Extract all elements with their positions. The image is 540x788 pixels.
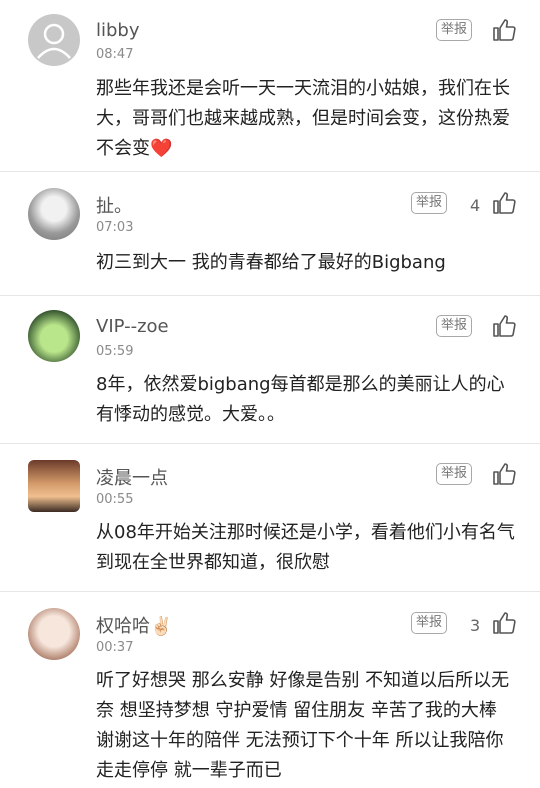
avatar[interactable] <box>28 14 80 66</box>
report-button[interactable]: 举报 <box>436 463 472 485</box>
comment-text: 听了好想哭 那么安静 好像是告别 不知道以后所以无奈 想坚持梦想 守护爱情 留住… <box>96 670 510 781</box>
username[interactable]: 权哈哈✌🏻 <box>96 612 172 638</box>
report-button[interactable]: 举报 <box>436 19 472 41</box>
comment-text: 8年，依然爱bigbang每首都是那么的美丽让人的心有悸动的感觉。大爱。。 <box>96 374 505 425</box>
username[interactable]: libby <box>96 20 140 41</box>
comment-item: VIP--zoe 05:59 举报 8年，依然爱bigbang每首都是那么的美丽… <box>0 296 540 444</box>
comment-text: 那些年我还是会听一天一天流泪的小姑娘，我们在长大，哥哥们也越来越成熟，但是时间会… <box>96 78 510 159</box>
comment-text: 从08年开始关注那时候还是小学，看着他们小有名气到现在全世界都知道，很欣慰 <box>96 522 515 573</box>
avatar[interactable] <box>28 460 80 512</box>
default-avatar-icon <box>37 23 71 59</box>
like-count: 3 <box>470 616 481 635</box>
comment-text: 初三到大一 我的青春都给了最好的Bigbang <box>96 252 446 273</box>
comment-item: 凌晨一点 00:55 举报 从08年开始关注那时候还是小学，看着他们小有名气到现… <box>0 444 540 592</box>
avatar[interactable] <box>28 310 80 362</box>
avatar[interactable] <box>28 188 80 240</box>
username[interactable]: VIP--zoe <box>96 316 169 337</box>
timestamp: 07:03 <box>96 220 134 235</box>
timestamp: 08:47 <box>96 47 134 62</box>
thumb-up-icon[interactable] <box>492 314 516 338</box>
report-button[interactable]: 举报 <box>436 315 472 337</box>
thumb-up-icon[interactable] <box>492 611 516 635</box>
thumb-up-icon[interactable] <box>492 462 516 486</box>
thumb-up-icon[interactable] <box>492 191 516 215</box>
timestamp: 05:59 <box>96 344 134 359</box>
username[interactable]: 扯。 <box>96 192 132 218</box>
comment-item: libby 08:47 举报 那些年我还是会听一天一天流泪的小姑娘，我们在长大，… <box>0 0 540 172</box>
report-button[interactable]: 举报 <box>411 192 447 214</box>
thumb-up-icon[interactable] <box>492 18 516 42</box>
username[interactable]: 凌晨一点 <box>96 464 168 490</box>
report-button[interactable]: 举报 <box>411 612 447 634</box>
comment-item: 扯。 07:03 举报 4 初三到大一 我的青春都给了最好的Bigbang <box>0 172 540 296</box>
timestamp: 00:37 <box>96 640 134 655</box>
avatar[interactable] <box>28 608 80 660</box>
comment-item: 权哈哈✌🏻 00:37 举报 3 听了好想哭 那么安静 好像是告别 不知道以后所… <box>0 592 540 788</box>
like-count: 4 <box>470 196 481 215</box>
timestamp: 00:55 <box>96 492 134 507</box>
